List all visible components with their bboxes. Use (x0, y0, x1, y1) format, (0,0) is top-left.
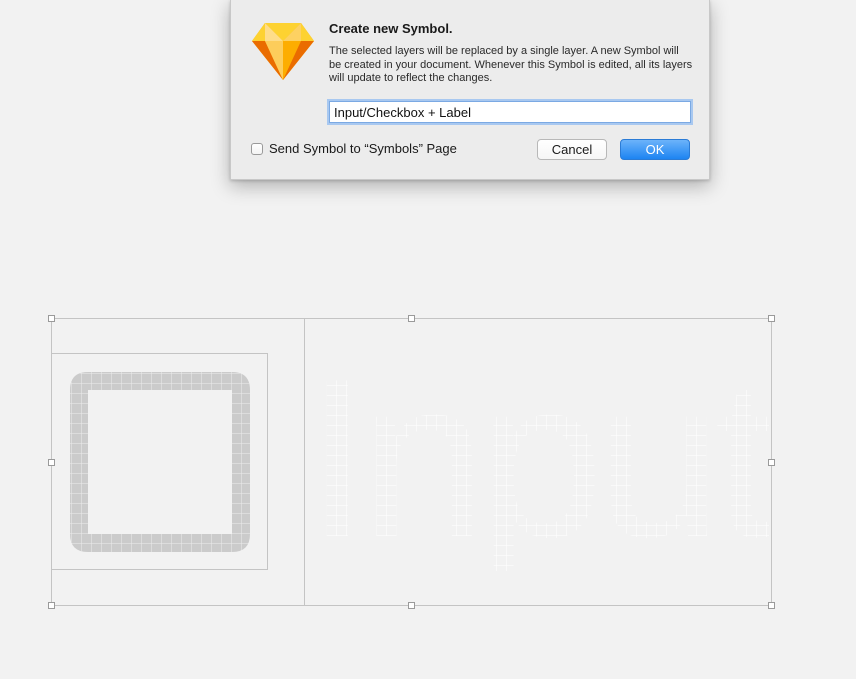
cancel-button[interactable]: Cancel (537, 139, 607, 160)
send-to-symbols-page-checkbox[interactable]: Send Symbol to “Symbols” Page (251, 141, 457, 156)
sketch-diamond-icon (252, 23, 314, 80)
text-layer-input[interactable]: Input (306, 345, 769, 571)
checkbox-shape-layer[interactable] (60, 362, 260, 562)
resize-handle-top-center[interactable] (408, 315, 415, 322)
resize-handle-middle-right[interactable] (768, 459, 775, 466)
resize-handle-bottom-right[interactable] (768, 602, 775, 609)
dialog-message: The selected layers will be replaced by … (329, 45, 693, 84)
resize-handle-middle-left[interactable] (48, 459, 55, 466)
resize-handle-top-right[interactable] (768, 315, 775, 322)
ok-button[interactable]: OK (620, 139, 690, 160)
resize-handle-top-left[interactable] (48, 315, 55, 322)
checkbox-label: Send Symbol to “Symbols” Page (269, 141, 457, 156)
dialog-title: Create new Symbol. (329, 21, 453, 36)
symbol-name-input[interactable] (329, 101, 691, 123)
resize-handle-bottom-left[interactable] (48, 602, 55, 609)
text-layer-clip: Input (304, 319, 770, 605)
checkbox-box[interactable] (251, 142, 263, 155)
resize-handle-bottom-center[interactable] (408, 602, 415, 609)
create-symbol-dialog: Create new Symbol. The selected layers w… (230, 0, 710, 180)
